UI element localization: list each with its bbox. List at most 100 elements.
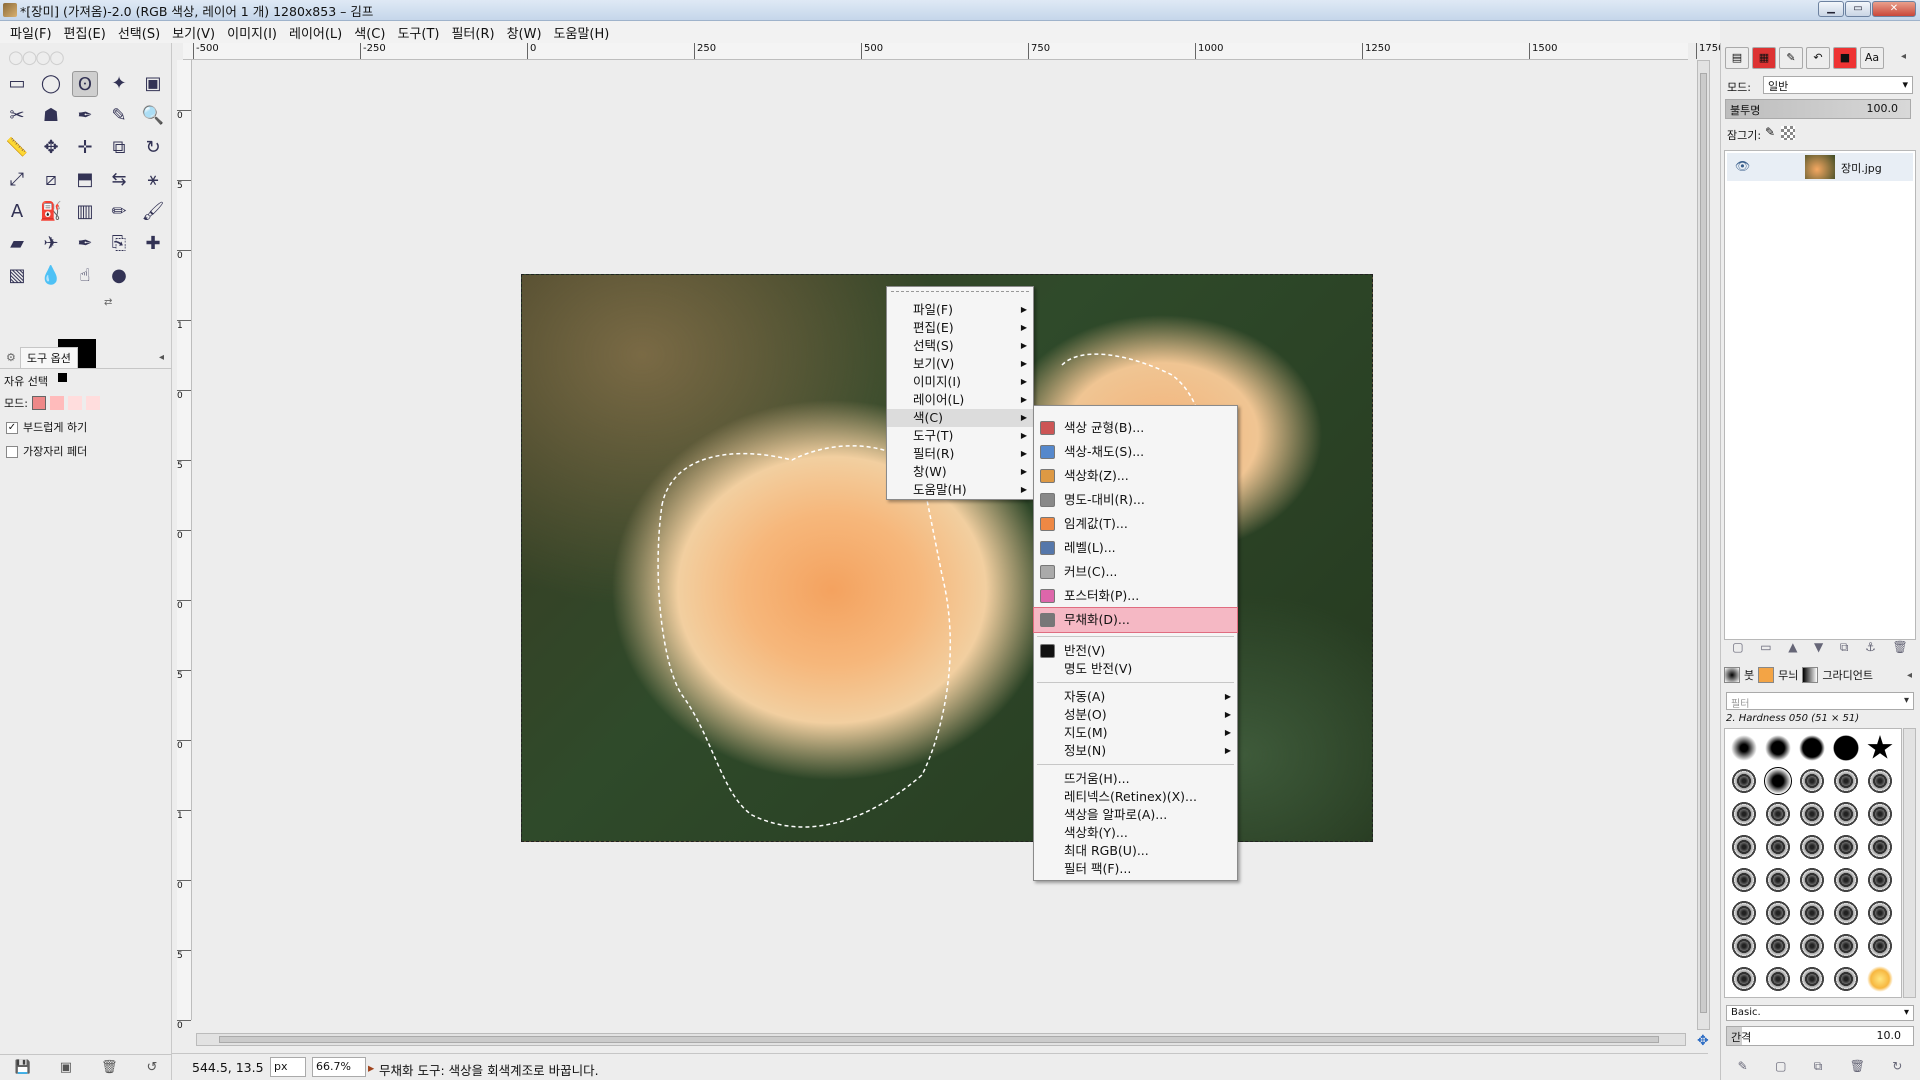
- panel-menu-icon[interactable]: ◂: [159, 352, 164, 363]
- brush-swatch[interactable]: [1731, 900, 1757, 926]
- colors-menu-item[interactable]: 자동(A) ▶: [1034, 688, 1237, 706]
- tab-tool-options[interactable]: 도구 옵션: [19, 347, 78, 368]
- brush-swatch[interactable]: [1833, 933, 1859, 959]
- colors-menu-item[interactable]: 무채화(D)...: [1033, 607, 1238, 633]
- brush-swatch[interactable]: [1867, 867, 1893, 893]
- rotate-tool-icon[interactable]: ↻: [140, 135, 166, 161]
- brush-swatch[interactable]: [1765, 966, 1791, 992]
- flip-tool-icon[interactable]: ⇆: [106, 167, 132, 193]
- tearoff-line[interactable]: [891, 291, 1029, 292]
- rect-select-tool-icon[interactable]: ▭: [4, 71, 30, 97]
- vertical-scrollbar[interactable]: [1697, 60, 1710, 1030]
- colors-tab-icon[interactable]: ■: [1833, 47, 1857, 69]
- gradients-tab-icon[interactable]: [1802, 667, 1819, 683]
- color-select-tool-icon[interactable]: ▣: [140, 71, 166, 97]
- context-menu-item[interactable]: 색(C) ▶: [887, 409, 1033, 427]
- ink-tool-icon[interactable]: ✒: [72, 231, 98, 257]
- new-layer-icon[interactable]: ▢: [1732, 640, 1743, 654]
- edit-brush-icon[interactable]: ✎: [1738, 1059, 1748, 1073]
- brushes-menu-icon[interactable]: ◂: [1907, 670, 1912, 681]
- navigate-icon[interactable]: ✥: [1697, 1033, 1713, 1049]
- mode-add-icon[interactable]: [49, 396, 64, 410]
- tab-patterns[interactable]: 무늬: [1778, 667, 1798, 683]
- cage-tool-icon[interactable]: ⚹: [140, 167, 166, 193]
- paintbrush-tool-icon[interactable]: 🖌: [140, 199, 166, 225]
- brush-filter-input[interactable]: 필터 ▾: [1726, 692, 1914, 710]
- brush-swatch[interactable]: [1731, 834, 1757, 860]
- brush-swatch[interactable]: [1867, 801, 1893, 827]
- delete-brush-icon[interactable]: 🗑: [1850, 1059, 1865, 1073]
- delete-layer-icon[interactable]: 🗑: [1892, 640, 1907, 654]
- menu-colors[interactable]: 색(C): [348, 23, 391, 42]
- channels-tab-icon[interactable]: ▦: [1752, 47, 1776, 69]
- menu-tools[interactable]: 도구(T): [391, 23, 445, 42]
- brush-swatch[interactable]: [1833, 867, 1859, 893]
- brush-swatch[interactable]: [1765, 933, 1791, 959]
- delete-options-icon[interactable]: 🗑: [101, 1060, 118, 1075]
- context-menu-item[interactable]: 레이어(L) ▶: [887, 391, 1033, 409]
- brush-swatch[interactable]: [1731, 735, 1757, 761]
- antialias-checkbox[interactable]: ✓: [6, 422, 18, 434]
- brush-swatch[interactable]: [1765, 801, 1791, 827]
- brush-swatch[interactable]: [1833, 900, 1859, 926]
- brush-swatch[interactable]: [1799, 834, 1825, 860]
- ellipse-select-tool-icon[interactable]: ◯: [38, 71, 64, 97]
- duplicate-brush-icon[interactable]: ⧉: [1814, 1059, 1823, 1074]
- colors-menu-item[interactable]: 색상-채도(S)...: [1034, 440, 1237, 464]
- minimize-button[interactable]: ▁: [1818, 1, 1844, 17]
- perspective-clone-tool-icon[interactable]: ▧: [4, 263, 30, 289]
- brush-swatch[interactable]: [1799, 867, 1825, 893]
- brush-swatch[interactable]: [1731, 768, 1757, 794]
- free-select-tool-icon[interactable]: ʘ: [72, 71, 98, 97]
- maximize-button[interactable]: ▭: [1845, 1, 1871, 17]
- color-picker-tool-icon[interactable]: ✎: [106, 103, 132, 129]
- lower-layer-icon[interactable]: ▼: [1814, 640, 1823, 654]
- context-menu-item[interactable]: 선택(S) ▶: [887, 337, 1033, 355]
- save-options-icon[interactable]: 💾: [15, 1060, 31, 1075]
- brush-swatch[interactable]: [1867, 900, 1893, 926]
- menu-view[interactable]: 보기(V): [166, 23, 221, 42]
- airbrush-tool-icon[interactable]: ✈: [38, 231, 64, 257]
- paths-tab-icon[interactable]: ✎: [1779, 47, 1803, 69]
- colors-menu-item[interactable]: 커브(C)...: [1034, 560, 1237, 584]
- brush-swatch[interactable]: [1731, 966, 1757, 992]
- context-menu-item[interactable]: 보기(V) ▶: [887, 355, 1033, 373]
- restore-options-icon[interactable]: ▣: [60, 1060, 72, 1075]
- tab-gradients[interactable]: 그라디언트: [1822, 667, 1873, 683]
- brush-swatch[interactable]: [1799, 933, 1825, 959]
- smudge-tool-icon[interactable]: ☝: [72, 263, 98, 289]
- unit-select[interactable]: px: [270, 1057, 306, 1077]
- colors-menu-item[interactable]: 색상화(Z)...: [1034, 464, 1237, 488]
- colors-menu-item[interactable]: 포스터화(P)...: [1034, 584, 1237, 608]
- layer-mode-select[interactable]: 일반 ▾: [1763, 76, 1913, 94]
- layers-tab-icon[interactable]: ▤: [1725, 47, 1749, 69]
- brush-swatch[interactable]: [1764, 767, 1792, 795]
- duplicate-layer-icon[interactable]: ⧉: [1840, 640, 1849, 655]
- raise-layer-icon[interactable]: ▲: [1788, 640, 1797, 654]
- scissors-tool-icon[interactable]: ✂: [4, 103, 30, 129]
- pencil-tool-icon[interactable]: ✏: [106, 199, 132, 225]
- colors-menu-item[interactable]: 정보(N) ▶: [1034, 742, 1237, 760]
- brush-swatch[interactable]: [1765, 900, 1791, 926]
- brush-swatch[interactable]: [1731, 801, 1757, 827]
- opacity-slider[interactable]: 불투명 100.0: [1725, 99, 1911, 119]
- fonts-tab-icon[interactable]: Aa: [1860, 47, 1884, 69]
- scale-tool-icon[interactable]: ⤢: [4, 167, 30, 193]
- reset-options-icon[interactable]: ↺: [147, 1060, 158, 1075]
- horizontal-scroll-thumb[interactable]: [219, 1036, 1659, 1043]
- fuzzy-select-tool-icon[interactable]: ✦: [106, 71, 132, 97]
- brush-swatch[interactable]: [1799, 768, 1825, 794]
- anchor-layer-icon[interactable]: ⚓: [1865, 640, 1876, 654]
- brush-swatch[interactable]: [1799, 900, 1825, 926]
- crop-tool-icon[interactable]: ⧉: [106, 135, 132, 161]
- heal-tool-icon[interactable]: ✚: [140, 231, 166, 257]
- brush-swatch[interactable]: [1799, 966, 1825, 992]
- brush-swatch[interactable]: [1833, 834, 1859, 860]
- lock-pixels-icon[interactable]: ✎: [1765, 125, 1775, 139]
- menu-filters[interactable]: 필터(R): [445, 23, 500, 42]
- brushes-tab-icon[interactable]: [1724, 667, 1740, 683]
- patterns-tab-icon[interactable]: [1758, 667, 1775, 683]
- brush-swatch[interactable]: [1867, 933, 1893, 959]
- menu-image[interactable]: 이미지(I): [221, 23, 283, 42]
- colors-menu-item[interactable]: 필터 팩(F)...: [1034, 860, 1237, 878]
